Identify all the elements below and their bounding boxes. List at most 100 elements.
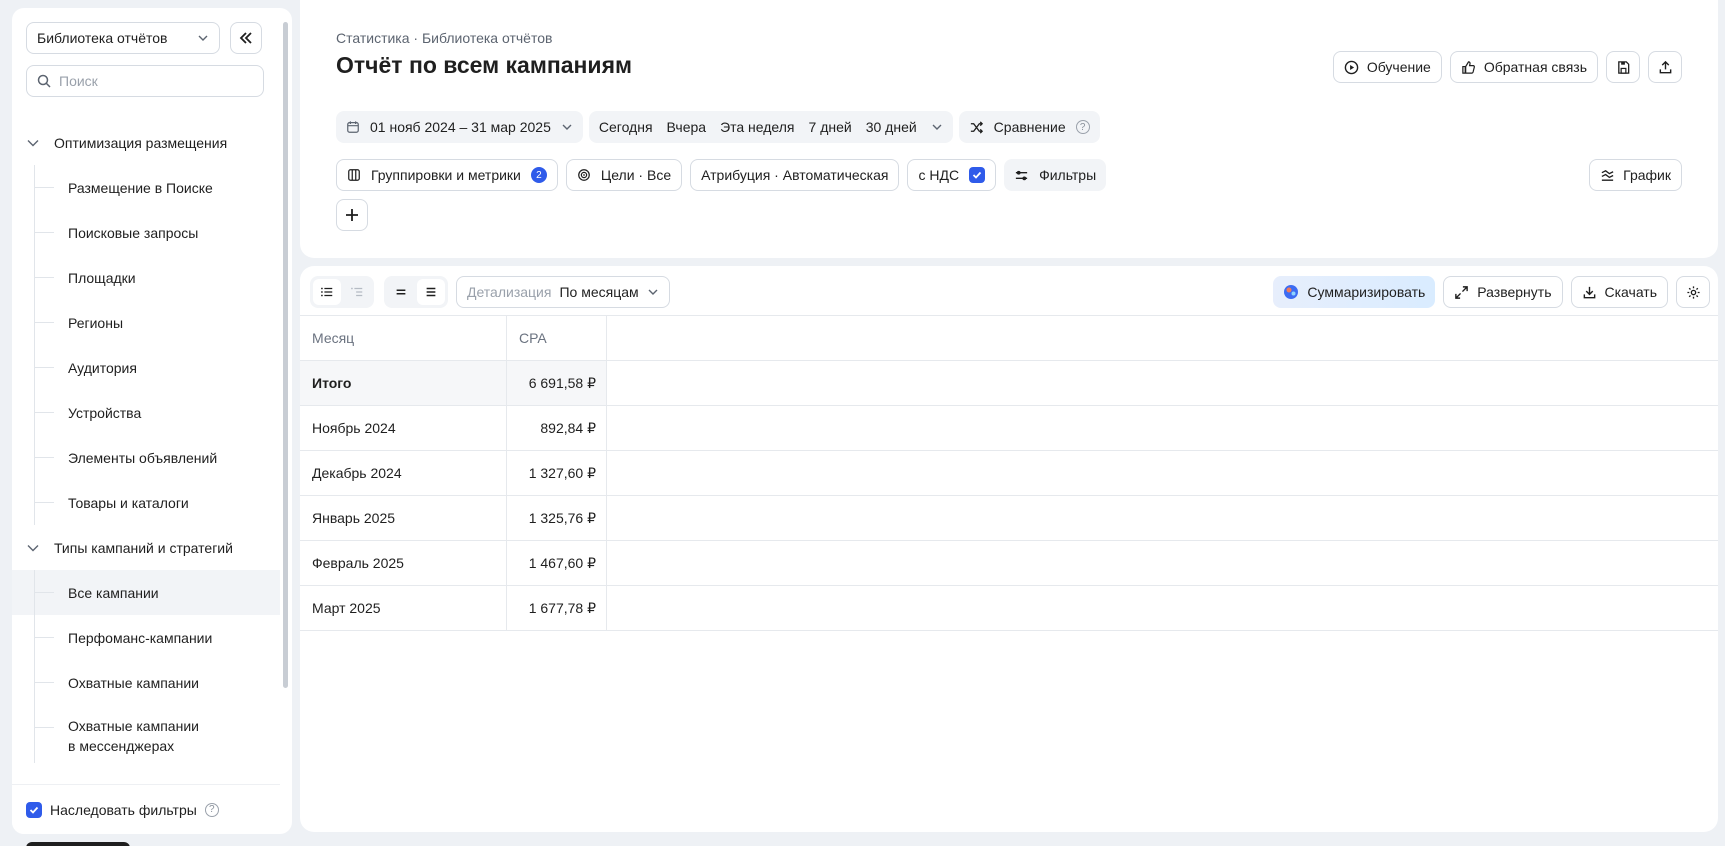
period-today[interactable]: Сегодня bbox=[599, 119, 653, 135]
expand-button[interactable]: Развернуть bbox=[1443, 276, 1563, 308]
tree-group[interactable]: Типы кампаний и стратегий bbox=[12, 525, 280, 570]
compare-label: Сравнение bbox=[993, 119, 1066, 135]
sidebar-search-input[interactable]: Поиск bbox=[26, 65, 264, 97]
vat-toggle[interactable]: с НДС bbox=[907, 159, 997, 191]
collapse-sidebar-button[interactable] bbox=[230, 22, 262, 54]
table-row: Март 2025 1 677,78 ₽ bbox=[300, 586, 1718, 631]
month-cell: Март 2025 bbox=[300, 586, 507, 630]
sidebar-report-item[interactable]: Регионы bbox=[12, 300, 280, 345]
bottom-tab[interactable] bbox=[26, 842, 130, 846]
month-cell: Февраль 2025 bbox=[300, 541, 507, 585]
filters-label: Фильтры bbox=[1039, 167, 1097, 183]
search-icon bbox=[37, 74, 51, 88]
sidebar-report-item[interactable]: Охватные кампании в мессенджерах bbox=[12, 705, 280, 763]
summarize-button[interactable]: Суммаризировать bbox=[1273, 276, 1436, 308]
column-header-cpa[interactable]: CPA bbox=[507, 316, 607, 360]
period-this-week[interactable]: Эта неделя bbox=[720, 119, 794, 135]
sidebar: Библиотека отчётов Поиск Оптимизация раз… bbox=[12, 8, 292, 834]
sidebar-report-item[interactable]: Площадки bbox=[12, 255, 280, 300]
tree-group[interactable]: Оптимизация размещения bbox=[12, 120, 280, 165]
download-label: Скачать bbox=[1604, 284, 1658, 300]
chevron-down-icon bbox=[198, 35, 208, 41]
goals-button[interactable]: Цели · Все bbox=[565, 159, 683, 191]
download-button[interactable]: Скачать bbox=[1570, 276, 1668, 308]
add-button[interactable] bbox=[336, 199, 368, 231]
date-range-value: 01 нояб 2024 – 31 мар 2025 bbox=[370, 119, 551, 135]
search-placeholder: Поиск bbox=[59, 73, 98, 89]
sidebar-report-item[interactable]: Аудитория bbox=[12, 345, 280, 390]
empty-cell bbox=[607, 361, 1718, 405]
sidebar-report-item[interactable]: Размещение в Поиске bbox=[12, 165, 280, 210]
chart-button[interactable]: График bbox=[1589, 159, 1682, 191]
chevron-down-icon bbox=[27, 544, 39, 551]
help-icon[interactable]: ? bbox=[204, 802, 219, 817]
column-header-month[interactable]: Месяц bbox=[300, 316, 507, 360]
report-header: Статистика · Библиотека отчётов Отчёт по… bbox=[300, 0, 1718, 258]
library-select[interactable]: Библиотека отчётов bbox=[26, 22, 220, 54]
vat-checkbox[interactable] bbox=[969, 167, 986, 183]
attribution-button[interactable]: Атрибуция · Автоматическая bbox=[690, 159, 900, 191]
sidebar-report-label: Товары и каталоги bbox=[68, 494, 189, 511]
sliders-icon bbox=[1015, 170, 1028, 180]
filters-button[interactable]: Фильтры bbox=[1004, 159, 1107, 191]
normal-density-button[interactable] bbox=[417, 279, 445, 305]
period-7-days[interactable]: 7 дней bbox=[809, 119, 852, 135]
compare-button[interactable]: Сравнение ? bbox=[958, 111, 1100, 143]
summarize-label: Суммаризировать bbox=[1307, 284, 1426, 300]
sidebar-top: Библиотека отчётов bbox=[26, 22, 262, 54]
total-label: Итого bbox=[300, 361, 507, 405]
sidebar-report-label: Все кампании bbox=[68, 584, 159, 601]
feedback-button[interactable]: Обратная связь bbox=[1449, 51, 1598, 83]
tree-group-label: Типы кампаний и стратегий bbox=[54, 539, 233, 556]
groupings-metrics-button[interactable]: Группировки и метрики 2 bbox=[336, 159, 558, 191]
detail-select[interactable]: Детализация По месяцам bbox=[456, 276, 670, 308]
quick-periods: Сегодня Вчера Эта неделя 7 дней 30 дней bbox=[588, 111, 953, 143]
list-indent-icon bbox=[351, 287, 363, 297]
month-cell: Декабрь 2024 bbox=[300, 451, 507, 495]
inherit-filters-row: Наследовать фильтры ? bbox=[12, 784, 280, 834]
sidebar-report-label: Размещение в Поиске bbox=[68, 179, 213, 196]
calendar-icon bbox=[347, 121, 359, 133]
thumbs-up-icon bbox=[1462, 60, 1475, 74]
compact-density-button[interactable] bbox=[387, 279, 415, 305]
table-body: Ноябрь 2024 892,84 ₽ Декабрь 2024 1 327,60 … bbox=[300, 406, 1718, 631]
date-range-picker[interactable]: 01 нояб 2024 – 31 мар 2025 bbox=[336, 111, 583, 143]
page-title: Отчёт по всем кампаниям bbox=[336, 52, 633, 78]
inherit-filters-checkbox[interactable] bbox=[26, 801, 42, 818]
sidebar-report-item[interactable]: Охватные кампании bbox=[12, 660, 280, 705]
list-view-button[interactable] bbox=[313, 279, 341, 305]
period-row: 01 нояб 2024 – 31 мар 2025 Сегодня Вчера… bbox=[336, 111, 1100, 143]
tree-view-button[interactable] bbox=[343, 279, 371, 305]
cpa-cell: 892,84 ₽ bbox=[507, 406, 607, 450]
sidebar-report-item[interactable]: Перфоманс-кампании bbox=[12, 615, 280, 660]
save-button[interactable] bbox=[1606, 51, 1640, 83]
check-icon bbox=[29, 806, 39, 814]
period-yesterday[interactable]: Вчера bbox=[667, 119, 707, 135]
chevron-down-icon[interactable] bbox=[931, 121, 943, 133]
sidebar-report-item[interactable]: Поисковые запросы bbox=[12, 210, 280, 255]
table-settings-button[interactable] bbox=[1676, 276, 1710, 308]
chart-icon bbox=[1601, 169, 1614, 181]
empty-cell bbox=[607, 406, 1718, 450]
sidebar-report-item[interactable]: Элементы объявлений bbox=[12, 435, 280, 480]
sidebar-scrollbar[interactable] bbox=[283, 22, 288, 688]
report-tree: Оптимизация размещения Размещение в Поиск… bbox=[12, 120, 280, 763]
groupings-count-badge: 2 bbox=[530, 167, 547, 183]
share-button[interactable] bbox=[1648, 51, 1682, 83]
expand-icon bbox=[1455, 285, 1469, 299]
header-actions: Обучение Обратная связь bbox=[1332, 51, 1682, 83]
sidebar-report-label: Поисковые запросы bbox=[68, 224, 199, 241]
help-icon[interactable]: ? bbox=[1075, 120, 1090, 134]
cpa-cell: 1 327,60 ₽ bbox=[507, 451, 607, 495]
sidebar-report-item[interactable]: Товары и каталоги bbox=[12, 480, 280, 525]
empty-cell bbox=[607, 451, 1718, 495]
sidebar-report-label: Элементы объявлений bbox=[68, 449, 218, 466]
target-icon bbox=[578, 169, 590, 181]
sidebar-report-item[interactable]: Устройства bbox=[12, 390, 280, 435]
learning-button[interactable]: Обучение bbox=[1332, 51, 1442, 83]
breadcrumb[interactable]: Статистика · Библиотека отчётов bbox=[336, 30, 552, 46]
sidebar-report-item[interactable]: Все кампании bbox=[12, 570, 280, 615]
cpa-cell: 1 677,78 ₽ bbox=[507, 586, 607, 630]
empty-cell bbox=[607, 316, 1718, 360]
period-30-days[interactable]: 30 дней bbox=[866, 119, 917, 135]
